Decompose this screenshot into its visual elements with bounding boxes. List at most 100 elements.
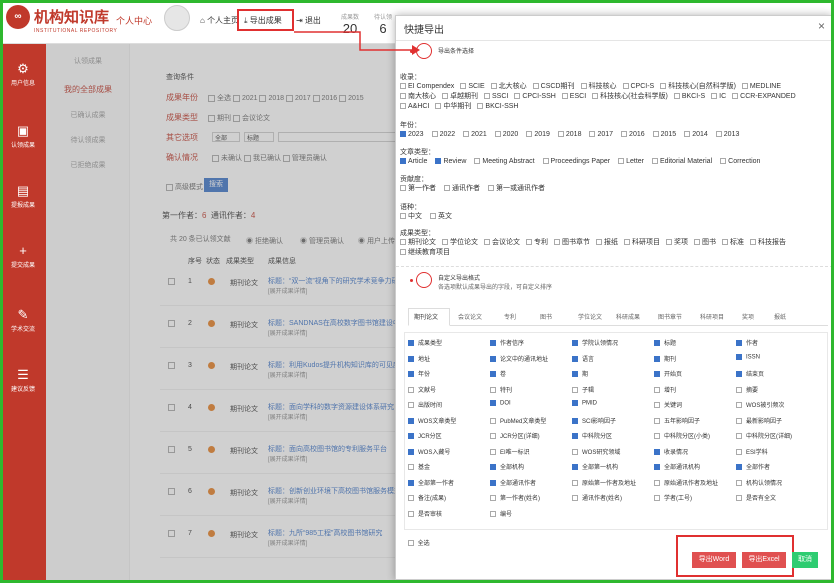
- checked-box-icon[interactable]: [572, 355, 578, 362]
- option-checkbox[interactable]: CPCI-SSH: [514, 92, 556, 102]
- unchecked-box-icon[interactable]: [652, 131, 659, 138]
- unchecked-box-icon[interactable]: [694, 239, 700, 246]
- option-checkbox[interactable]: SSCI: [484, 92, 508, 102]
- field-checkbox[interactable]: 全部第一作者: [408, 478, 454, 487]
- field-checkbox[interactable]: 通讯作者(姓名): [572, 493, 622, 502]
- unchecked-box-icon[interactable]: [408, 386, 414, 393]
- unchecked-box-icon[interactable]: [736, 479, 742, 486]
- unchecked-box-icon[interactable]: [736, 433, 742, 440]
- option-checkbox[interactable]: A&HCI: [400, 102, 429, 112]
- tab-3[interactable]: 图书: [540, 312, 552, 321]
- option-checkbox[interactable]: 图书章节: [554, 238, 590, 248]
- unchecked-box-icon[interactable]: [463, 131, 470, 138]
- sidebar-item-feedback[interactable]: ☰ 建议反馈: [0, 368, 46, 394]
- option-checkbox[interactable]: 中华期刊: [435, 102, 471, 112]
- option-checkbox[interactable]: 2015: [652, 130, 676, 140]
- unchecked-box-icon[interactable]: [572, 479, 578, 486]
- option-checkbox[interactable]: 北大核心: [490, 82, 527, 92]
- field-checkbox[interactable]: 基金: [408, 462, 430, 471]
- unchecked-box-icon[interactable]: [736, 448, 742, 455]
- option-checkbox[interactable]: IC: [711, 92, 726, 102]
- unchecked-box-icon[interactable]: [400, 83, 406, 90]
- checked-box-icon[interactable]: [490, 400, 496, 406]
- unchecked-box-icon[interactable]: [711, 93, 718, 100]
- unchecked-box-icon[interactable]: [408, 495, 414, 502]
- sidebar-item-report[interactable]: ▤ 提报成果: [0, 184, 46, 210]
- checked-box-icon[interactable]: [572, 340, 578, 347]
- checked-box-icon[interactable]: [490, 340, 496, 347]
- field-checkbox[interactable]: 备注(成果): [408, 493, 446, 502]
- checked-box-icon[interactable]: [654, 448, 660, 455]
- unchecked-box-icon[interactable]: [654, 386, 660, 393]
- unchecked-box-icon[interactable]: [654, 433, 660, 440]
- unchecked-box-icon[interactable]: [750, 239, 756, 246]
- unchecked-box-icon[interactable]: [400, 239, 406, 246]
- field-checkbox[interactable]: SCI影响因子: [572, 416, 616, 425]
- option-checkbox[interactable]: BKCI-S: [673, 92, 705, 102]
- option-checkbox[interactable]: SCIE: [460, 82, 485, 92]
- field-checkbox[interactable]: 原始通讯作者及地址: [654, 478, 718, 487]
- unchecked-box-icon[interactable]: [532, 83, 539, 90]
- option-checkbox[interactable]: MEDLINE: [741, 82, 781, 92]
- option-checkbox[interactable]: 科技核心(自然科学版): [660, 82, 736, 92]
- field-checkbox[interactable]: WOS入藏号: [408, 447, 450, 456]
- option-checkbox[interactable]: 图书: [694, 238, 716, 248]
- field-checkbox[interactable]: PMID: [572, 400, 597, 407]
- checked-box-icon[interactable]: [654, 464, 660, 471]
- checked-box-icon[interactable]: [572, 464, 578, 471]
- field-checkbox[interactable]: 开始页: [654, 369, 682, 378]
- field-checkbox[interactable]: 标题: [654, 338, 676, 347]
- unchecked-box-icon[interactable]: [484, 239, 490, 246]
- option-checkbox[interactable]: 奖项: [666, 238, 688, 248]
- unchecked-box-icon[interactable]: [561, 93, 568, 100]
- option-checkbox[interactable]: 2014: [684, 130, 708, 140]
- option-checkbox[interactable]: 2016: [621, 130, 645, 140]
- field-checkbox[interactable]: 语言: [572, 354, 594, 363]
- field-checkbox[interactable]: 年份: [408, 369, 430, 378]
- unchecked-box-icon[interactable]: [622, 83, 629, 90]
- tab-9[interactable]: 报纸: [774, 312, 786, 321]
- unchecked-box-icon[interactable]: [618, 158, 625, 165]
- close-icon[interactable]: ×: [818, 19, 825, 33]
- nav-home-link[interactable]: ⌂ 个人主页: [200, 15, 239, 26]
- option-checkbox[interactable]: 2020: [494, 130, 518, 140]
- unchecked-box-icon[interactable]: [435, 103, 442, 110]
- checked-box-icon[interactable]: [490, 464, 496, 471]
- option-checkbox[interactable]: 会议论文: [484, 238, 520, 248]
- field-checkbox[interactable]: 卷: [490, 369, 506, 378]
- option-checkbox[interactable]: 科技核心: [580, 82, 617, 92]
- field-checkbox[interactable]: ISSN: [736, 353, 760, 360]
- field-checkbox[interactable]: 是否审核: [408, 509, 442, 518]
- field-checkbox[interactable]: JCR分区: [408, 431, 442, 440]
- option-checkbox[interactable]: 报纸: [596, 238, 618, 248]
- checked-box-icon[interactable]: [400, 158, 406, 165]
- unchecked-box-icon[interactable]: [484, 93, 490, 100]
- option-checkbox[interactable]: BKCI-SSH: [477, 102, 518, 112]
- nav-logout-link[interactable]: ⇥ 退出: [296, 15, 321, 26]
- field-checkbox[interactable]: WOS文章类型: [408, 416, 456, 425]
- unchecked-box-icon[interactable]: [460, 83, 467, 90]
- field-checkbox[interactable]: WOS研究领域: [572, 447, 620, 456]
- field-checkbox[interactable]: EI唯一标识: [490, 447, 530, 456]
- unchecked-box-icon[interactable]: [720, 158, 727, 165]
- unchecked-box-icon[interactable]: [490, 386, 496, 393]
- field-checkbox[interactable]: 中科院分区: [572, 431, 612, 440]
- sidebar-item-submit[interactable]: + 提交成果: [0, 244, 46, 270]
- tab-1[interactable]: 会议论文: [458, 312, 482, 321]
- unchecked-box-icon[interactable]: [400, 103, 406, 110]
- field-checkbox[interactable]: 原始第一作者及地址: [572, 478, 636, 487]
- checked-box-icon[interactable]: [490, 355, 496, 362]
- unchecked-box-icon[interactable]: [673, 93, 680, 100]
- field-checkbox[interactable]: 期: [572, 369, 588, 378]
- checked-box-icon[interactable]: [408, 448, 414, 455]
- unchecked-box-icon[interactable]: [684, 131, 691, 138]
- checked-box-icon[interactable]: [490, 371, 496, 378]
- field-checkbox[interactable]: 收录情况: [654, 447, 688, 456]
- option-checkbox[interactable]: 第一或通讯作者: [488, 184, 545, 194]
- unchecked-box-icon[interactable]: [722, 239, 728, 246]
- unchecked-box-icon[interactable]: [572, 386, 578, 393]
- option-checkbox[interactable]: Letter: [618, 157, 644, 167]
- unchecked-box-icon[interactable]: [430, 213, 436, 220]
- checked-box-icon[interactable]: [408, 340, 414, 347]
- option-checkbox[interactable]: 英文: [430, 212, 452, 222]
